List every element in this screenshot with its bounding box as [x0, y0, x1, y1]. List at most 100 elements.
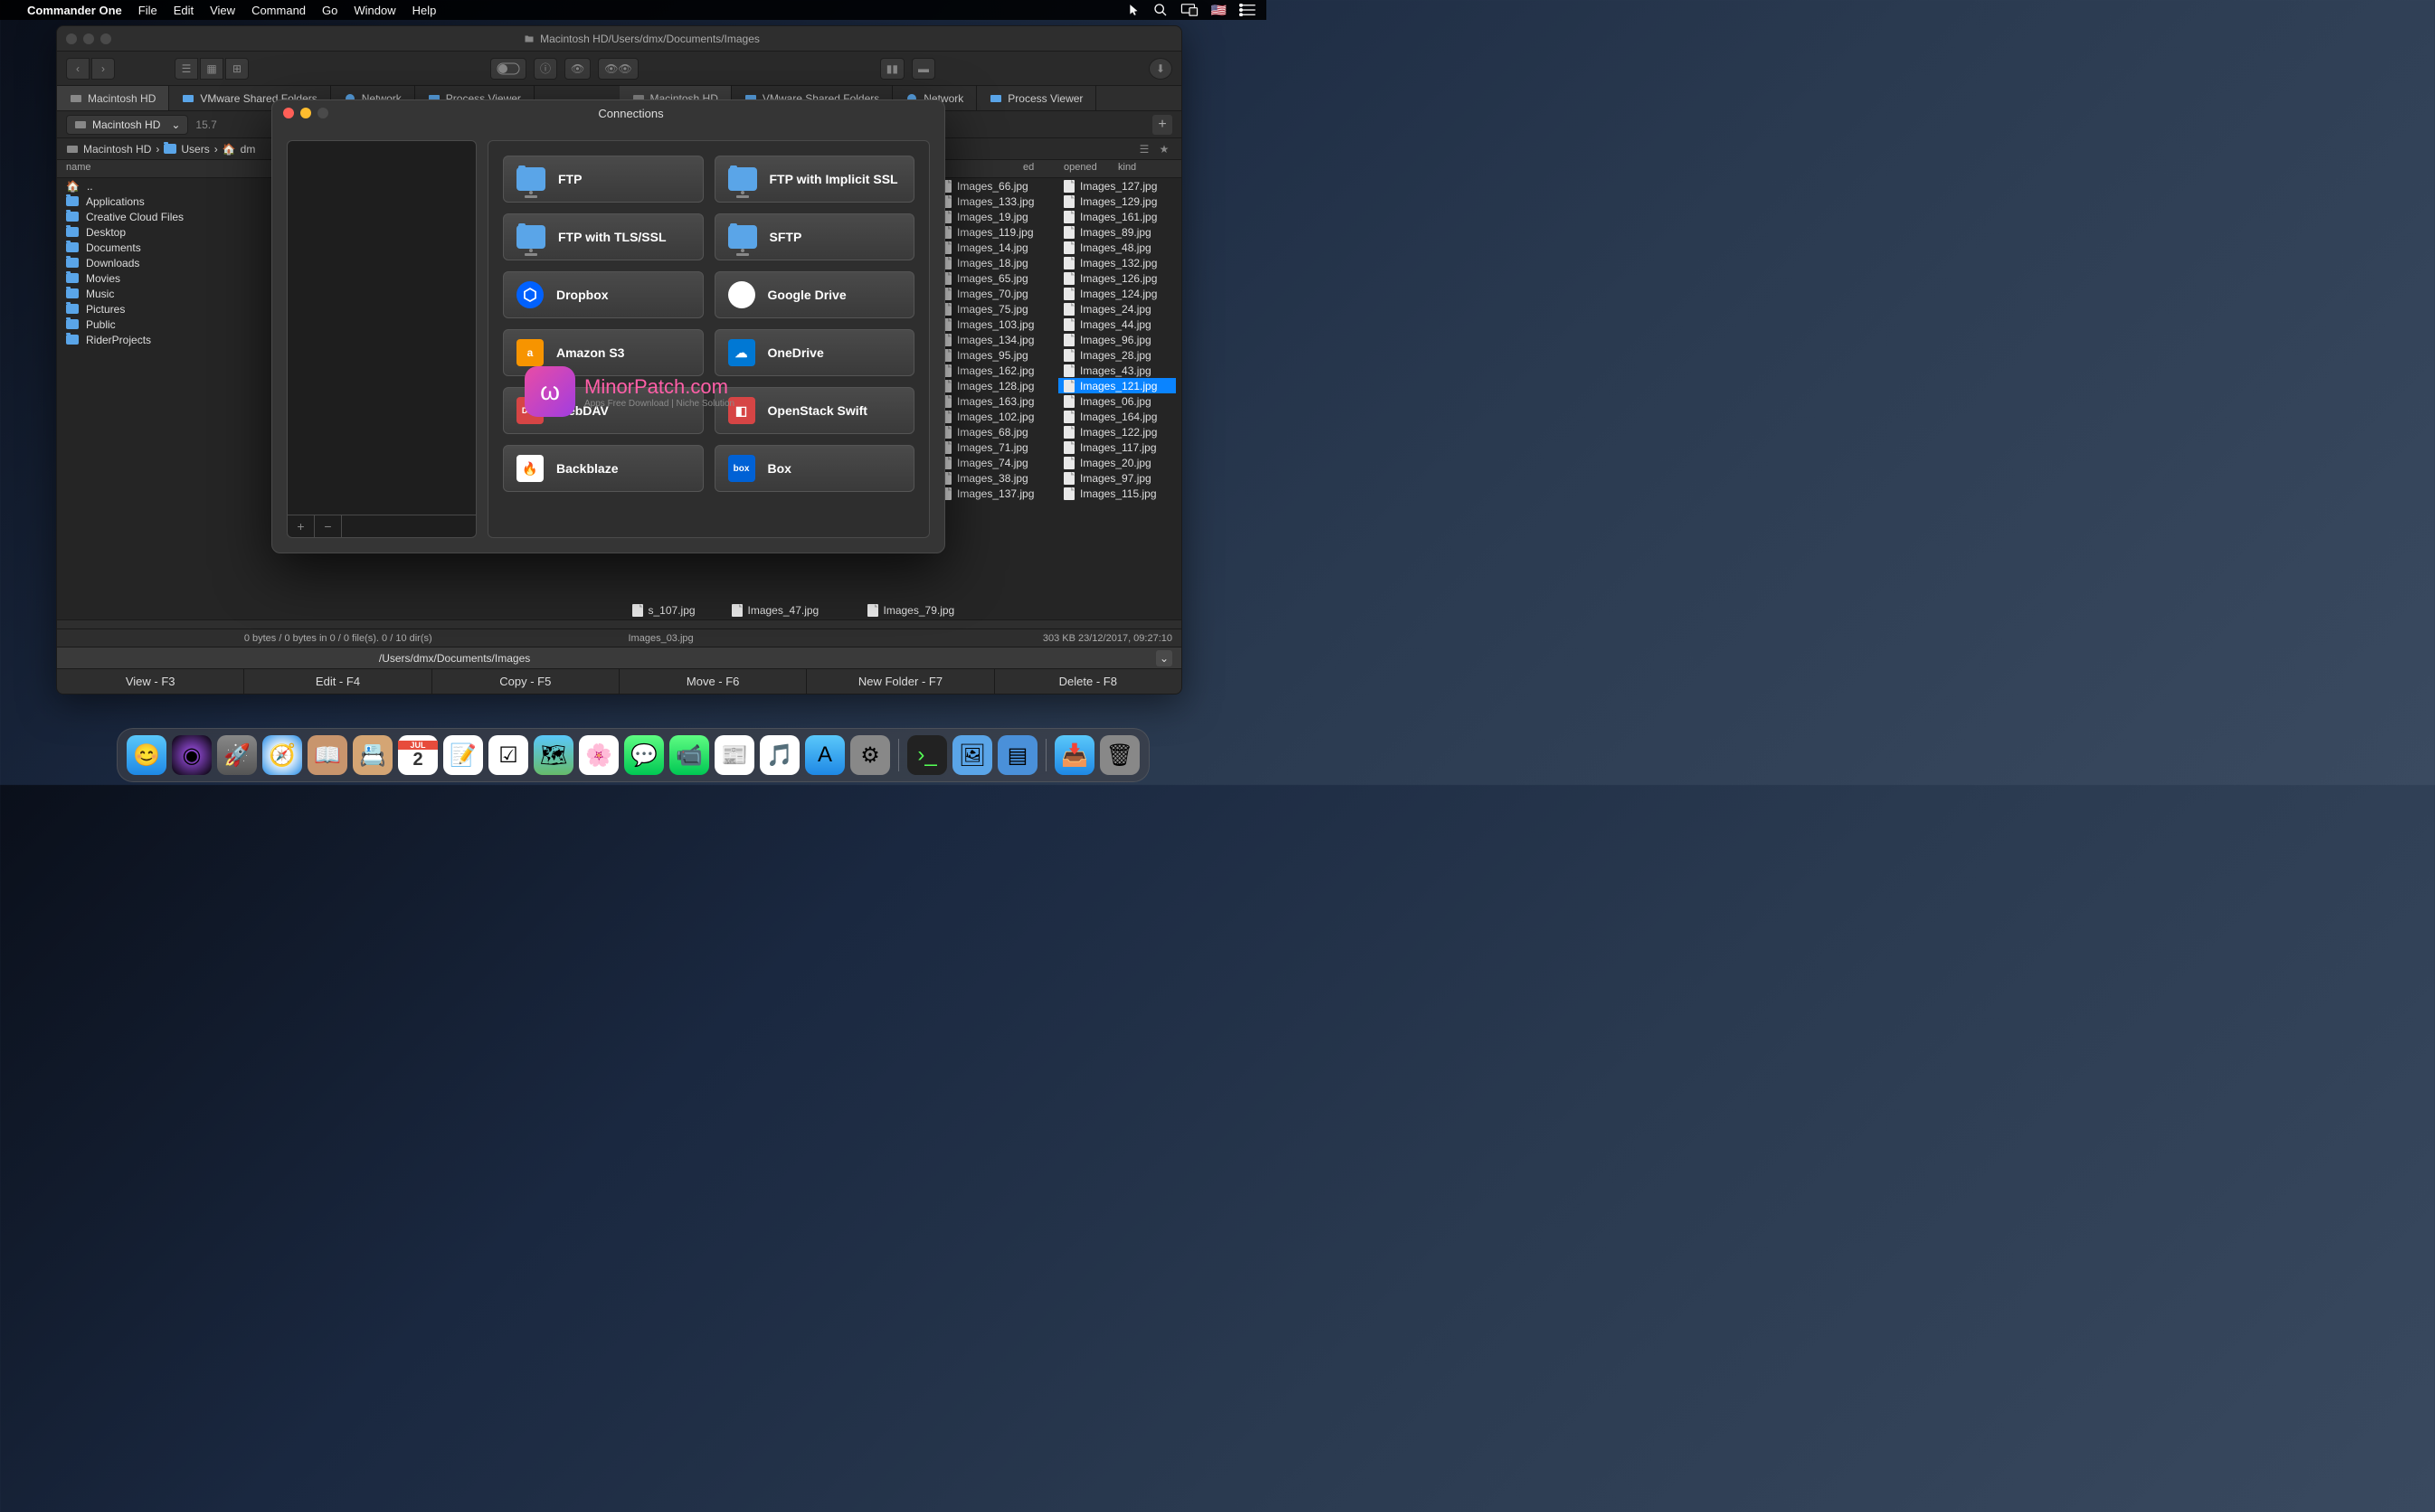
path-dropdown-button[interactable]: ⌄ — [1156, 650, 1172, 666]
file-item[interactable]: Images_68.jpg — [935, 424, 1053, 439]
dock-news-icon[interactable]: 📰 — [715, 735, 754, 775]
nav-forward-button[interactable]: › — [91, 58, 115, 80]
fn-view-button[interactable]: View - F3 — [57, 669, 244, 694]
add-connection-button[interactable]: + — [288, 515, 315, 537]
file-item[interactable]: Images_48.jpg — [1058, 240, 1176, 255]
modal-minimize-button[interactable] — [300, 108, 311, 118]
connection-sftp[interactable]: SFTP — [715, 213, 915, 260]
file-item[interactable]: Images_124.jpg — [1058, 286, 1176, 301]
file-item[interactable]: Images_20.jpg — [1058, 455, 1176, 470]
modal-close-button[interactable] — [283, 108, 294, 118]
file-item[interactable]: Images_132.jpg — [1058, 255, 1176, 270]
dock-terminal-icon[interactable]: ›_ — [907, 735, 947, 775]
dock-commander-icon[interactable]: ▤ — [998, 735, 1037, 775]
app-name[interactable]: Commander One — [27, 4, 122, 17]
favorite-button[interactable]: ★ — [1156, 141, 1172, 157]
dock-trash-icon[interactable]: 🗑 — [1100, 735, 1140, 775]
menu-view[interactable]: View — [210, 4, 235, 17]
file-item[interactable]: Images_47.jpg — [726, 602, 844, 618]
drive-selector-left[interactable]: Macintosh HD ⌄ — [66, 115, 188, 135]
file-item[interactable]: Images_129.jpg — [1058, 194, 1176, 209]
connection-backblaze[interactable]: 🔥Backblaze — [503, 445, 704, 492]
search-button[interactable]: 👁👁 — [598, 58, 638, 80]
dock-contacts-icon[interactable]: 📇 — [353, 735, 393, 775]
add-tab-button[interactable]: + — [1152, 115, 1172, 135]
file-item[interactable]: Images_96.jpg — [1058, 332, 1176, 347]
dock-notes-icon[interactable]: 📝 — [443, 735, 483, 775]
scrollbar-horizontal[interactable] — [57, 619, 1181, 628]
file-item[interactable]: Images_133.jpg — [935, 194, 1053, 209]
connection-ftp[interactable]: FTP — [503, 156, 704, 203]
preview-button[interactable]: 👁 — [564, 58, 591, 80]
dock-itunes-icon[interactable]: 🎵 — [760, 735, 800, 775]
file-item[interactable]: Images_71.jpg — [935, 439, 1053, 455]
window-minimize-button[interactable] — [83, 33, 94, 44]
remove-connection-button[interactable]: − — [315, 515, 342, 537]
connection-google-drive[interactable]: ▲Google Drive — [715, 271, 915, 318]
queue-button[interactable]: ▮▮ — [880, 58, 905, 80]
toggle-hidden-button[interactable] — [490, 58, 526, 80]
file-item[interactable]: Images_162.jpg — [935, 363, 1053, 378]
dock-photos-icon[interactable]: 🌸 — [579, 735, 619, 775]
header-name[interactable]: name — [57, 160, 100, 177]
terminal-button[interactable]: ▬ — [912, 58, 935, 80]
dock-appstore-icon[interactable]: A — [805, 735, 845, 775]
file-item[interactable]: Images_44.jpg — [1058, 317, 1176, 332]
connection-ftp-with-implicit-ssl[interactable]: FTP with Implicit SSL — [715, 156, 915, 203]
file-item[interactable]: Images_117.jpg — [1058, 439, 1176, 455]
file-item[interactable]: Images_28.jpg — [1058, 347, 1176, 363]
connection-amazon-s3[interactable]: aAmazon S3 — [503, 329, 704, 376]
file-item[interactable]: s_107.jpg — [627, 602, 708, 618]
file-item[interactable]: Images_65.jpg — [935, 270, 1053, 286]
screen-mirror-icon[interactable] — [1180, 4, 1199, 16]
info-button[interactable]: ⓘ — [534, 58, 557, 80]
dock-preview-icon[interactable]: 🖼 — [952, 735, 992, 775]
file-item[interactable]: Images_43.jpg — [1058, 363, 1176, 378]
file-item[interactable]: Images_115.jpg — [1058, 486, 1176, 501]
dock-safari-icon[interactable]: 🧭 — [262, 735, 302, 775]
connection-onedrive[interactable]: ☁OneDrive — [715, 329, 915, 376]
breadcrumb-item[interactable]: Macintosh HD — [83, 143, 151, 156]
menu-go[interactable]: Go — [322, 4, 337, 17]
dock-dictionary-icon[interactable]: 📖 — [308, 735, 347, 775]
file-item[interactable]: Images_19.jpg — [935, 209, 1053, 224]
connection-box[interactable]: boxBox — [715, 445, 915, 492]
menu-file[interactable]: File — [138, 4, 157, 17]
fn-move-button[interactable]: Move - F6 — [620, 669, 807, 694]
file-item[interactable]: Images_161.jpg — [1058, 209, 1176, 224]
fn-copy-button[interactable]: Copy - F5 — [432, 669, 620, 694]
file-item[interactable]: Images_38.jpg — [935, 470, 1053, 486]
dock-siri-icon[interactable]: ◉ — [172, 735, 212, 775]
dock-downloads-icon[interactable]: 📥 — [1055, 735, 1094, 775]
dock-messages-icon[interactable]: 💬 — [624, 735, 664, 775]
flag-icon[interactable]: 🇺🇸 — [1211, 3, 1227, 18]
header-opened[interactable]: opened — [1055, 160, 1109, 177]
file-item[interactable]: Images_89.jpg — [1058, 224, 1176, 240]
file-item[interactable]: Images_75.jpg — [935, 301, 1053, 317]
menu-edit[interactable]: Edit — [174, 4, 194, 17]
file-item[interactable]: Images_66.jpg — [935, 178, 1053, 194]
file-item[interactable]: Images_70.jpg — [935, 286, 1053, 301]
file-item[interactable]: Images_102.jpg — [935, 409, 1053, 424]
file-item[interactable]: Images_128.jpg — [935, 378, 1053, 393]
file-item[interactable]: Images_134.jpg — [935, 332, 1053, 347]
connection-ftp-with-tls-ssl[interactable]: FTP with TLS/SSL — [503, 213, 704, 260]
cursor-icon[interactable] — [1128, 4, 1141, 16]
file-item[interactable]: Images_74.jpg — [935, 455, 1053, 470]
file-item[interactable]: Images_95.jpg — [935, 347, 1053, 363]
dock-maps-icon[interactable]: 🗺 — [534, 735, 573, 775]
nav-back-button[interactable]: ‹ — [66, 58, 90, 80]
tab-right-3[interactable]: Process Viewer — [977, 86, 1096, 110]
dock-finder-icon[interactable]: 😊 — [127, 735, 166, 775]
dock-launchpad-icon[interactable]: 🚀 — [217, 735, 257, 775]
file-item[interactable]: Images_126.jpg — [1058, 270, 1176, 286]
file-item[interactable]: Images_79.jpg — [862, 602, 980, 618]
fn-newfolder-button[interactable]: New Folder - F7 — [807, 669, 994, 694]
file-item[interactable]: Images_122.jpg — [1058, 424, 1176, 439]
file-item[interactable]: Images_24.jpg — [1058, 301, 1176, 317]
file-item[interactable]: Images_163.jpg — [935, 393, 1053, 409]
file-item[interactable]: Images_97.jpg — [1058, 470, 1176, 486]
file-item[interactable]: Images_121.jpg — [1058, 378, 1176, 393]
dock-calendar-icon[interactable]: JUL2 — [398, 735, 438, 775]
connection-dropbox[interactable]: ⬡Dropbox — [503, 271, 704, 318]
